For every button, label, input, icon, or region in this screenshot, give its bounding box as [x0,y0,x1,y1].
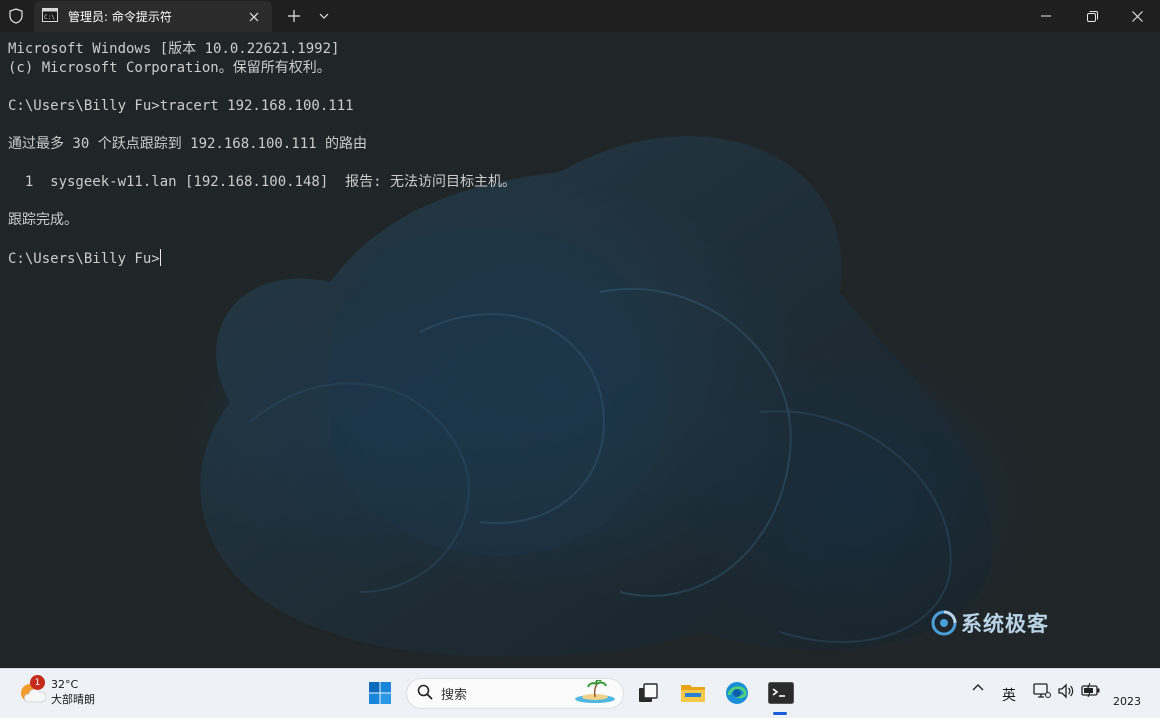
tab-title: 管理员: 命令提示符 [68,10,172,24]
prompt-line[interactable]: C:\Users\Billy Fu> [8,249,516,268]
minimize-icon[interactable] [1023,0,1069,32]
edge-icon[interactable] [722,678,752,708]
text-cursor [159,249,161,266]
network-icon[interactable] [1033,683,1051,699]
cmd-icon: C:\ [42,7,58,26]
close-window-icon[interactable] [1114,0,1160,32]
watermark-logo-icon [931,610,957,636]
console-line: C:\Users\Billy Fu>tracert 192.168.100.11… [8,98,354,114]
watermark: 系统极客 [930,608,1049,638]
clock-text[interactable]: 2023 [1113,695,1141,708]
console-line: 1 sysgeek-w11.lan [192.168.100.148] 报告: … [8,174,517,190]
weather-widget[interactable]: 1 32°C 大部晴朗 [18,675,95,707]
console-line: Microsoft Windows [版本 10.0.22621.1992] [8,41,340,57]
search-placeholder: 搜索 [441,688,468,703]
weather-icon: 1 [18,675,47,706]
weather-temperature: 32°C [51,678,79,691]
chevron-down-icon[interactable] [312,4,336,28]
battery-icon[interactable] [1081,683,1101,697]
svg-text:C:\: C:\ [44,14,55,21]
task-view-icon[interactable] [633,678,663,708]
close-icon[interactable] [242,5,266,29]
taskbar: 1 32°C 大部晴朗 搜索 英 2023 [0,668,1160,718]
terminal-icon[interactable] [766,678,796,708]
tab-command-prompt[interactable]: C:\ 管理员: 命令提示符 [34,1,272,32]
active-app-indicator [773,712,787,715]
watermark-text: 系统极客 [961,612,1049,636]
console-line: 跟踪完成。 [8,212,78,228]
start-icon[interactable] [365,678,395,708]
file-explorer-icon[interactable] [678,678,708,708]
console-line: 通过最多 30 个跃点跟踪到 192.168.100.111 的路由 [8,136,368,152]
notification-badge: 1 [30,675,45,690]
console-output: Microsoft Windows [版本 10.0.22621.1992] (c… [8,40,516,268]
console-line: (c) Microsoft Corporation。保留所有权利。 [8,60,331,76]
weather-condition: 大部晴朗 [51,693,95,706]
volume-icon[interactable] [1057,683,1075,699]
title-bar: C:\ 管理员: 命令提示符 [0,0,1160,32]
prompt-text: C:\Users\Billy Fu> [8,251,160,267]
maximize-icon[interactable] [1069,0,1115,32]
plus-icon[interactable] [282,4,306,28]
search-icon [417,684,433,704]
search-box[interactable]: 搜索 [406,678,624,709]
search-highlight-icon [573,678,617,708]
terminal-area[interactable]: Microsoft Windows [版本 10.0.22621.1992] (c… [0,32,1160,668]
shield-icon [0,0,32,32]
ime-indicator[interactable]: 英 [1002,685,1016,705]
chevron-up-icon[interactable] [972,683,984,691]
